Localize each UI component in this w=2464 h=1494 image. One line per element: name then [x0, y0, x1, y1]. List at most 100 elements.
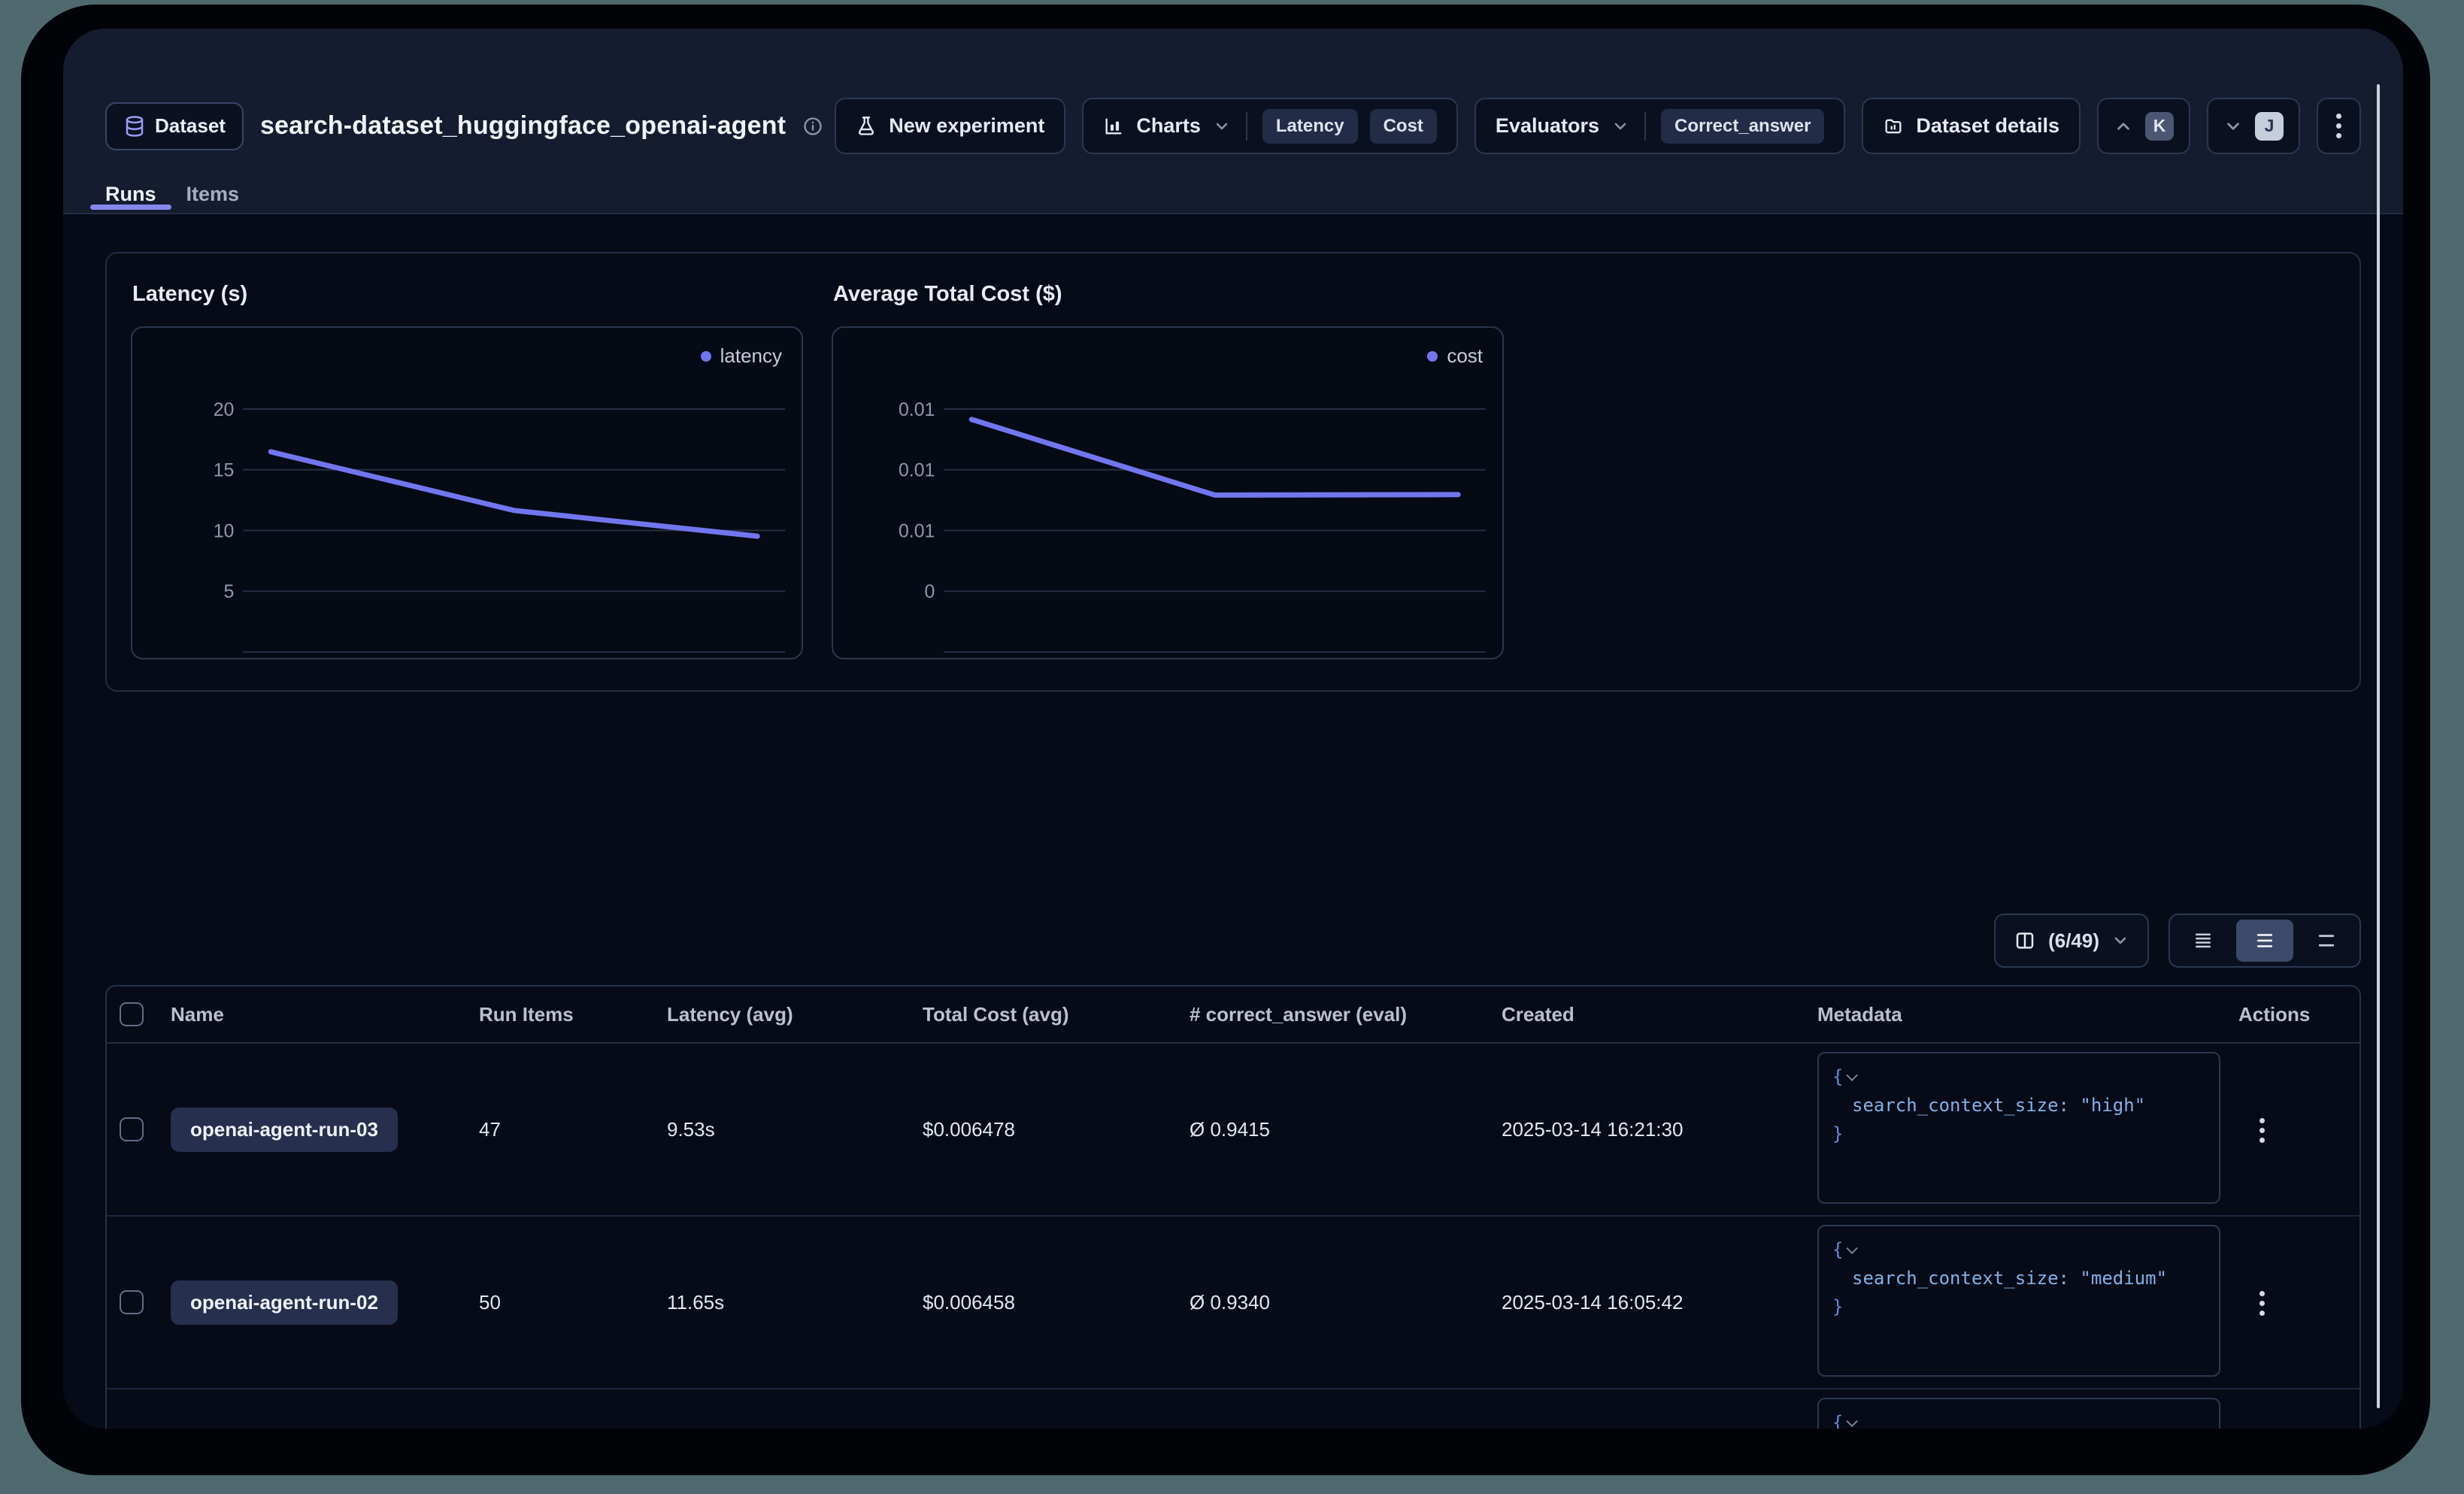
- header-kebab-menu-button[interactable]: [2317, 98, 2361, 154]
- header-row: Dataset search-dataset_huggingface_opena…: [105, 98, 2361, 154]
- new-experiment-button[interactable]: New experiment: [835, 98, 1065, 154]
- evaluators-button-label: Evaluators: [1496, 114, 1599, 138]
- metadata-open-brace: {: [1832, 1412, 1843, 1429]
- dataset-details-button[interactable]: Dataset details: [1862, 98, 2081, 154]
- runs-table: Name Run Items Latency (avg) Total Cost …: [105, 985, 2361, 1429]
- divider: [1246, 112, 1247, 141]
- cost-chart-block: Average Total Cost ($) 0.010.010.010 cos…: [832, 282, 1504, 659]
- database-icon: [123, 115, 146, 138]
- chevron-down-icon: [1611, 117, 1629, 135]
- info-icon[interactable]: [802, 116, 823, 137]
- row-checkbox[interactable]: [120, 1290, 144, 1314]
- metadata-json-box: { search_context_size: "medium" }: [1817, 1225, 2220, 1377]
- metadata-json-box: { search_context_size: "low" }: [1817, 1398, 2220, 1429]
- vertical-scrollbar[interactable]: [2377, 84, 2380, 1408]
- latency-line-chart: 2015105: [132, 328, 802, 658]
- new-experiment-label: New experiment: [889, 114, 1044, 138]
- created-value: 2025-03-14 16:21:30: [1502, 1118, 1817, 1141]
- latency-chart-block: Latency (s) 2015105 latency: [131, 282, 803, 659]
- row-height-toggle: [2169, 914, 2361, 968]
- latency-chart-legend: latency: [701, 344, 782, 368]
- total-cost-avg-value: $0.006458: [923, 1291, 1190, 1314]
- table-row: openai-agent-run-03 47 9.53s $0.006478 Ø…: [107, 1044, 2359, 1217]
- metadata-cell: { search_context_size: "medium" }: [1817, 1217, 2238, 1388]
- evaluator-chip-correct-answer[interactable]: Correct_answer: [1661, 109, 1824, 144]
- column-header-name: Name: [171, 1003, 479, 1026]
- chevron-up-icon: [2114, 117, 2133, 136]
- column-visibility-button[interactable]: (6/49): [1994, 914, 2149, 968]
- column-header-actions: Actions: [2238, 1003, 2359, 1026]
- row-height-small-button[interactable]: [2175, 920, 2232, 962]
- cost-chart-legend: cost: [1427, 344, 1483, 368]
- metadata-open-brace: {: [1832, 1066, 1843, 1087]
- column-header-created: Created: [1502, 1003, 1817, 1026]
- row-actions-menu-button[interactable]: [2249, 1280, 2275, 1326]
- main-content: Latency (s) 2015105 latency Average Tota…: [63, 214, 2403, 1429]
- row-height-medium-button[interactable]: [2236, 920, 2293, 962]
- select-all-checkbox[interactable]: [120, 1002, 144, 1026]
- row-actions-menu-button[interactable]: [2249, 1108, 2275, 1153]
- previous-item-button[interactable]: K: [2097, 98, 2190, 154]
- charts-button[interactable]: Charts Latency Cost: [1082, 98, 1458, 154]
- rows-tall-icon: [2315, 929, 2338, 952]
- table-header-row: Name Run Items Latency (avg) Total Cost …: [107, 986, 2359, 1044]
- run-name-chip[interactable]: openai-agent-run-03: [171, 1108, 398, 1152]
- row-checkbox[interactable]: [120, 1117, 144, 1141]
- chart-chip-cost[interactable]: Cost: [1370, 109, 1437, 144]
- run-items-value: 47: [479, 1118, 667, 1141]
- metadata-content: search_context_size: "high": [1832, 1091, 2205, 1120]
- svg-text:5: 5: [224, 582, 235, 602]
- legend-dot: [1427, 351, 1438, 362]
- table-controls: (6/49): [1994, 914, 2361, 968]
- svg-text:0.01: 0.01: [899, 522, 935, 542]
- header-left: Dataset search-dataset_huggingface_opena…: [105, 102, 823, 150]
- header-actions: New experiment Charts: [835, 98, 2361, 154]
- legend-label: latency: [720, 344, 782, 368]
- tab-items[interactable]: Items: [171, 175, 255, 213]
- metadata-close-brace: }: [1832, 1296, 1843, 1317]
- tab-bar: Runs Items: [90, 175, 254, 213]
- latency-avg-value: 11.65s: [667, 1291, 923, 1314]
- dataset-badge-label: Dataset: [155, 114, 226, 138]
- next-item-button[interactable]: J: [2207, 98, 2300, 154]
- metadata-collapse-chevron-icon[interactable]: [1847, 1069, 1859, 1081]
- column-header-latency: Latency (avg): [667, 1003, 923, 1026]
- app-window: Dataset search-dataset_huggingface_opena…: [63, 29, 2403, 1429]
- legend-label: cost: [1447, 344, 1483, 368]
- metadata-collapse-chevron-icon[interactable]: [1847, 1415, 1859, 1427]
- table-row: openai-agent-run-02 50 11.65s $0.006458 …: [107, 1217, 2359, 1389]
- dataset-details-label: Dataset details: [1916, 114, 2059, 138]
- correct-answer-eval-value: Ø 0.9340: [1190, 1291, 1502, 1314]
- total-cost-avg-value: $0.006478: [923, 1118, 1190, 1141]
- run-items-value: 50: [479, 1291, 667, 1314]
- svg-text:0.01: 0.01: [899, 461, 935, 481]
- charts-panel: Latency (s) 2015105 latency Average Tota…: [105, 252, 2361, 692]
- column-header-total-cost: Total Cost (avg): [923, 1003, 1190, 1026]
- flask-icon: [856, 116, 877, 137]
- charts-button-label: Charts: [1136, 114, 1201, 138]
- cost-chart-card: 0.010.010.010 cost: [832, 326, 1504, 659]
- tab-runs-label: Runs: [105, 183, 156, 206]
- svg-text:15: 15: [214, 461, 235, 481]
- metadata-close-brace: }: [1832, 1123, 1843, 1144]
- cost-line-chart: 0.010.010.010: [833, 328, 1502, 658]
- bar-chart-icon: [1103, 116, 1124, 137]
- shortcut-key-k: K: [2145, 112, 2174, 141]
- legend-dot: [701, 351, 711, 362]
- metadata-collapse-chevron-icon[interactable]: [1847, 1242, 1859, 1254]
- metadata-open-brace: {: [1832, 1239, 1843, 1260]
- chart-chip-latency[interactable]: Latency: [1262, 109, 1358, 144]
- divider: [1644, 112, 1646, 141]
- column-header-metadata: Metadata: [1817, 1003, 2238, 1026]
- run-name-chip[interactable]: openai-agent-run-02: [171, 1280, 398, 1325]
- table-row: openai-agent-run-01 50 16.48s $0.009572 …: [107, 1389, 2359, 1429]
- metadata-content: search_context_size: "medium": [1832, 1264, 2205, 1292]
- metadata-cell: { search_context_size: "low" }: [1817, 1389, 2238, 1429]
- tab-runs[interactable]: Runs: [90, 175, 171, 213]
- svg-text:0: 0: [925, 582, 935, 602]
- cost-chart-title: Average Total Cost ($): [833, 282, 1504, 307]
- columns-icon: [2014, 929, 2036, 952]
- dataset-badge: Dataset: [105, 102, 244, 150]
- row-height-large-button[interactable]: [2298, 920, 2355, 962]
- evaluators-button[interactable]: Evaluators Correct_answer: [1474, 98, 1845, 154]
